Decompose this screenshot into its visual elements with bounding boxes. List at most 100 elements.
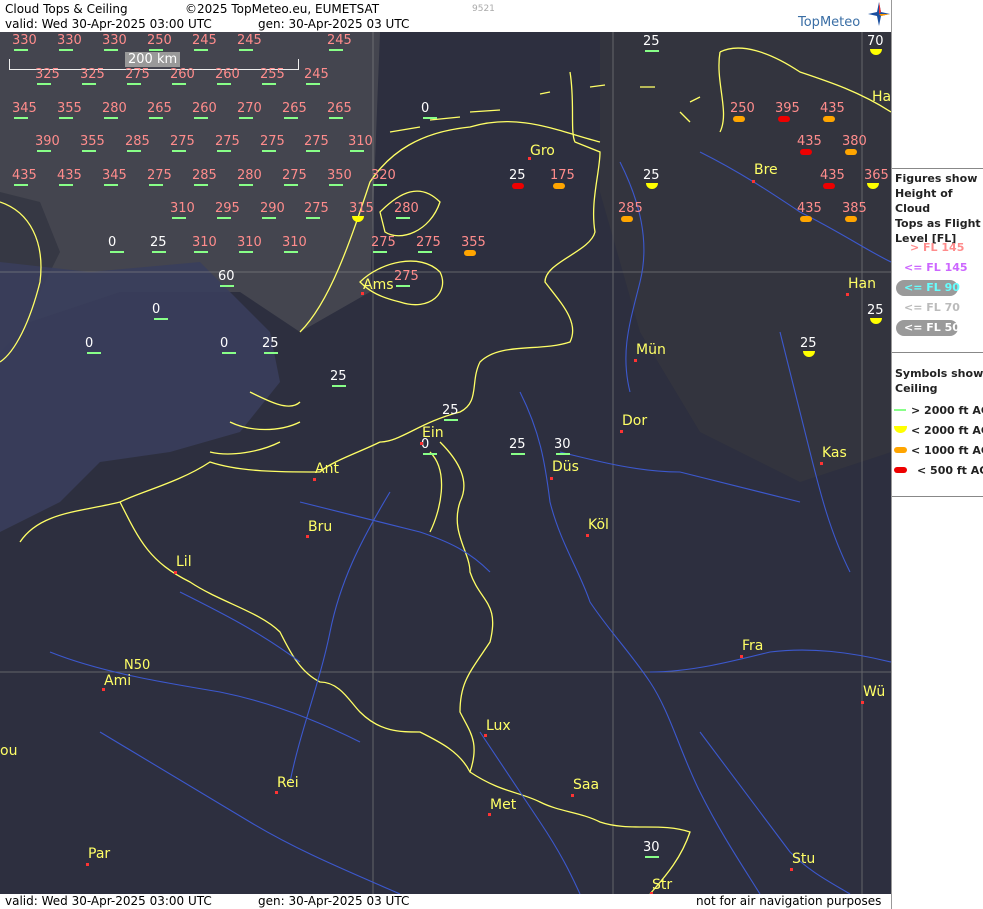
latitude-label: N50 — [124, 658, 151, 673]
city-label: ou — [0, 743, 18, 759]
ceiling-1000-icon — [823, 116, 835, 122]
ceiling-high-icon — [284, 184, 298, 186]
cloud-top-label: 435 — [797, 134, 822, 149]
symbols-legend-title: Symbols show Ceiling — [895, 367, 983, 395]
cloud-top-label: 310 — [192, 235, 217, 250]
city-label: Lil — [176, 554, 192, 570]
cloud-top-label: 275 — [416, 235, 441, 250]
ceiling-high-icon — [329, 184, 343, 186]
city-label: Par — [88, 846, 111, 862]
city-marker — [275, 791, 278, 794]
ceiling-500-icon — [823, 183, 835, 189]
city-marker — [102, 688, 105, 691]
ceiling-high-icon — [59, 184, 73, 186]
ceiling-high-icon — [556, 453, 570, 455]
ceiling-high-icon — [396, 217, 410, 219]
generated-time: gen: 30-Apr-2025 03 UTC — [258, 17, 410, 31]
ceiling-high-icon — [149, 184, 163, 186]
cloud-top-label: 315 — [349, 201, 374, 216]
ceiling-high-icon — [306, 83, 320, 85]
ceiling-high-icon — [87, 352, 101, 354]
legend-level-4: <= FL 70 — [904, 301, 960, 314]
footer-generated-time: gen: 30-Apr-2025 03 UTC — [258, 894, 410, 908]
cloud-top-label: 245 — [237, 33, 262, 48]
city-marker — [528, 157, 531, 160]
cloud-top-label: 385 — [842, 201, 867, 216]
city-marker — [86, 863, 89, 866]
cloud-top-label: 245 — [327, 33, 352, 48]
city-marker — [361, 292, 364, 295]
cloud-top-label: 275 — [394, 269, 419, 284]
cloud-top-label: 30 — [643, 840, 660, 855]
ceiling-high-icon — [104, 184, 118, 186]
cloud-top-label: 275 — [215, 134, 240, 149]
cloud-top-label: 250 — [147, 33, 172, 48]
ceiling-500-icon — [778, 116, 790, 122]
ceiling-high-icon — [154, 318, 168, 320]
cloud-top-label: 275 — [170, 134, 195, 149]
cloud-top-label: 25 — [800, 336, 817, 351]
city-label: Gro — [530, 143, 555, 159]
cloud-top-label: 25 — [150, 235, 167, 250]
ceiling-high-icon — [194, 251, 208, 253]
copyright-text: ©2025 TopMeteo.eu, EUMETSAT — [185, 2, 380, 16]
cloud-top-label: 255 — [260, 67, 285, 82]
ceiling-high-icon — [511, 453, 525, 455]
city-marker — [571, 794, 574, 797]
cloud-top-label: 310 — [282, 235, 307, 250]
cloud-top-label: 345 — [12, 101, 37, 116]
cloud-top-label: 320 — [371, 168, 396, 183]
city-marker — [820, 462, 823, 465]
ceiling-high-icon — [194, 49, 208, 51]
cloud-top-label: 325 — [80, 67, 105, 82]
ceiling-1000-icon — [553, 183, 565, 189]
cloud-top-label: 330 — [102, 33, 127, 48]
cloud-top-label: 25 — [509, 437, 526, 452]
ceiling-high-icon — [239, 49, 253, 51]
legend-symbol-3: < 1000 ft AGL — [911, 444, 983, 457]
cloud-top-label: 285 — [125, 134, 150, 149]
ceiling-high-icon — [350, 150, 364, 152]
cloud-top-label: 290 — [260, 201, 285, 216]
ceiling-500-icon — [800, 149, 812, 155]
city-label: Bru — [308, 519, 333, 535]
cloud-top-label: 70 — [867, 34, 884, 49]
ceiling-high-icon — [423, 117, 437, 119]
cloud-top-label: 280 — [394, 201, 419, 216]
ceiling-high-icon — [152, 251, 166, 253]
ceiling-high-icon — [149, 117, 163, 119]
ceiling-high-icon — [332, 385, 346, 387]
ceiling-high-icon — [329, 49, 343, 51]
ceiling-high-icon — [127, 150, 141, 152]
city-marker — [740, 655, 743, 658]
city-label: Saa — [573, 777, 600, 793]
ceiling-high-icon — [217, 150, 231, 152]
city-label: Mün — [636, 342, 666, 358]
disclaimer: not for air navigation purposes — [696, 894, 882, 908]
city-label: Ein — [422, 425, 444, 441]
map-canvas[interactable]: 200 km N50 330 330 330 250 245 245 245 25 70 325 3… — [0, 32, 891, 894]
city-marker — [174, 571, 177, 574]
ceiling-high-icon — [220, 285, 234, 287]
ceiling-1000-icon — [845, 216, 857, 222]
ceiling-high-icon — [149, 49, 163, 51]
cloud-top-label: 30 — [554, 437, 571, 452]
ceiling-high-icon — [262, 83, 276, 85]
cloud-top-label: 265 — [327, 101, 352, 116]
cloud-top-label: 435 — [12, 168, 37, 183]
city-label: Bre — [754, 162, 778, 178]
cloud-top-label: 25 — [867, 303, 884, 318]
cloud-top-label: 25 — [509, 168, 526, 183]
cloud-top-label: 365 — [864, 168, 889, 183]
cloud-top-label: 355 — [57, 101, 82, 116]
legend-level-3: <= FL 90 — [904, 281, 960, 294]
city-label: Rei — [277, 775, 299, 791]
legend-divider — [892, 168, 983, 169]
legend-symbol-1: > 2000 ft AGL — [911, 404, 983, 417]
cloud-top-label: 435 — [57, 168, 82, 183]
cloud-top-label: 330 — [12, 33, 37, 48]
logo: TopMeteo — [798, 15, 861, 30]
city-label: Wü — [863, 684, 886, 700]
legend-symbol-4: < 500 ft AGL — [917, 464, 983, 477]
ceiling-high-icon — [194, 117, 208, 119]
